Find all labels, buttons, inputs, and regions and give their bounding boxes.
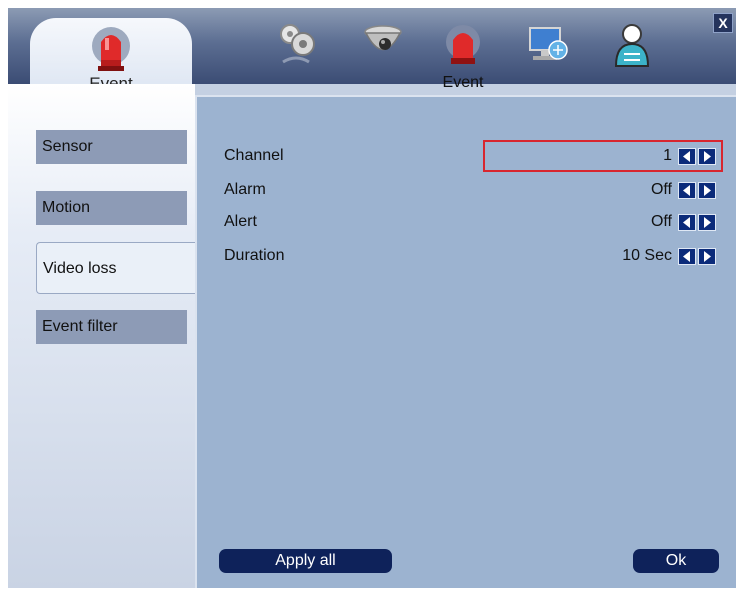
user-icon <box>610 24 656 76</box>
channel-prev-arrow-icon[interactable] <box>678 148 696 165</box>
alarm-value: Off <box>650 181 672 198</box>
video-loss-panel: Channel 1 Alarm Off Alert Off Duration 1… <box>195 95 736 588</box>
network-icon <box>525 27 571 76</box>
alarm-prev-arrow-icon[interactable] <box>678 182 696 199</box>
alert-label: Alert <box>224 213 257 230</box>
alarm-label: Alarm <box>224 181 266 198</box>
channel-next-arrow-icon[interactable] <box>698 148 716 165</box>
channel-value: 1 <box>663 147 672 164</box>
settings-gears-icon <box>273 24 319 76</box>
event-sidebar: Sensor Motion Video loss Event filter <box>8 84 201 588</box>
sidebar-item-motion[interactable]: Motion <box>36 191 187 225</box>
tab-user[interactable] <box>610 20 656 72</box>
apply-all-button[interactable]: Apply all <box>219 549 392 573</box>
event-settings-window: Event X Sensor Motion Video loss Event f… <box>8 8 736 588</box>
duration-prev-arrow-icon[interactable] <box>678 248 696 265</box>
close-button[interactable]: X <box>713 13 733 33</box>
duration-value: 10 Sec <box>622 247 672 264</box>
duration-next-arrow-icon[interactable] <box>698 248 716 265</box>
tab-camera[interactable] <box>360 20 406 72</box>
duration-row: Duration 10 Sec <box>224 245 724 269</box>
tab-event[interactable]: Event <box>440 20 486 91</box>
tab-event-caption: Event <box>442 74 484 91</box>
alarm-next-arrow-icon[interactable] <box>698 182 716 199</box>
alarm-light-icon <box>90 24 132 77</box>
alert-value: Off <box>650 213 672 230</box>
alert-row: Alert Off <box>224 211 724 235</box>
tab-settings[interactable] <box>273 20 319 72</box>
sidebar-item-sensor[interactable]: Sensor <box>36 130 187 164</box>
sidebar-item-event-filter[interactable]: Event filter <box>36 310 187 344</box>
alarm-row: Alarm Off <box>224 179 724 203</box>
duration-label: Duration <box>224 247 285 264</box>
alert-prev-arrow-icon[interactable] <box>678 214 696 231</box>
channel-label: Channel <box>224 147 284 164</box>
ok-button[interactable]: Ok <box>633 549 719 573</box>
channel-row: Channel 1 <box>224 145 724 169</box>
tab-network[interactable] <box>525 20 571 72</box>
camera-dome-icon <box>360 25 406 76</box>
alert-next-arrow-icon[interactable] <box>698 214 716 231</box>
top-toolbar: Event X <box>8 8 736 98</box>
sidebar-item-video-loss[interactable]: Video loss <box>36 242 201 294</box>
